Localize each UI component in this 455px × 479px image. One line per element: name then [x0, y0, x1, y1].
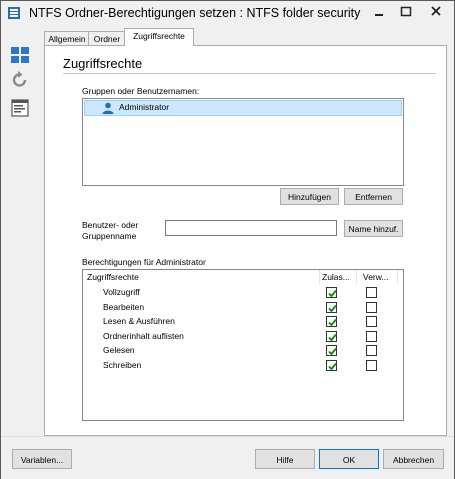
permission-name: Lesen & Ausführen: [103, 316, 175, 326]
maximize-icon: [400, 6, 412, 17]
permission-name: Ordnerinhalt auflisten: [103, 330, 184, 341]
name-add-button[interactable]: Name hinzuf.: [344, 220, 403, 237]
permission-name: Vollzugriff: [103, 287, 140, 297]
col-header-permission[interactable]: Zugriffsrechte: [87, 270, 320, 284]
table-row: Bearbeiten: [83, 301, 403, 315]
user-name: Administrator: [119, 102, 170, 112]
deny-checkbox[interactable]: [366, 330, 377, 342]
page-title: Zugriffsrechte: [63, 56, 143, 71]
window-title: NTFS Ordner-Berechtigungen setzen : NTFS…: [29, 6, 361, 20]
permission-name: Gelesen: [103, 345, 135, 355]
title-bar[interactable]: NTFS Ordner-Berechtigungen setzen : NTFS…: [1, 1, 454, 25]
add-button[interactable]: Hinzufügen: [280, 188, 339, 205]
properties-icon[interactable]: [10, 98, 30, 118]
name-label-line2: Gruppenname: [82, 231, 137, 241]
table-row: Vollzugriff: [83, 286, 403, 300]
footer-bar: Variablen... Hilfe OK Abbrechen: [1, 436, 454, 479]
deny-checkbox[interactable]: [366, 316, 377, 327]
user-icon: [102, 102, 114, 114]
col-header-deny[interactable]: Verw...: [363, 270, 398, 284]
maximize-button[interactable]: [392, 2, 420, 22]
remove-button[interactable]: Entfernen: [344, 188, 403, 205]
ok-button[interactable]: OK: [319, 449, 379, 469]
close-button[interactable]: [419, 2, 453, 22]
cancel-button[interactable]: Abbrechen: [383, 449, 444, 469]
close-icon: [431, 6, 441, 16]
minimize-icon: [375, 14, 383, 16]
table-row: Schreiben: [83, 359, 403, 373]
name-label-line1: Benutzer- oder: [82, 220, 139, 230]
deny-checkbox[interactable]: [366, 301, 377, 313]
table-row: Lesen & Ausführen: [83, 315, 403, 329]
tab-allgemein[interactable]: Allgemein: [44, 31, 90, 46]
deny-checkbox[interactable]: [366, 359, 377, 371]
table-row: Gelesen: [83, 344, 403, 358]
allow-checkbox[interactable]: [326, 359, 337, 371]
table-row: Ordnerinhalt auflisten: [83, 330, 403, 344]
help-button[interactable]: Hilfe: [255, 449, 315, 469]
col-header-allow[interactable]: Zulas...: [322, 270, 357, 284]
allow-checkbox[interactable]: [326, 330, 337, 342]
title-divider: [63, 73, 436, 74]
permission-name: Schreiben: [103, 359, 142, 370]
minimize-button[interactable]: [365, 2, 393, 22]
deny-checkbox[interactable]: [366, 345, 377, 356]
allow-checkbox[interactable]: [326, 301, 337, 313]
refresh-icon[interactable]: [10, 70, 30, 90]
variables-button[interactable]: Variablen...: [12, 449, 72, 469]
dialog-window: NTFS Ordner-Berechtigungen setzen : NTFS…: [0, 0, 455, 479]
permissions-label: Berechtigungen für Administrator: [82, 257, 206, 267]
sidebar: [1, 25, 35, 435]
deny-checkbox[interactable]: [366, 287, 377, 298]
tab-zugriffsrechte[interactable]: Zugriffsrechte: [124, 28, 194, 46]
allow-checkbox[interactable]: [326, 316, 337, 327]
allow-checkbox[interactable]: [326, 345, 337, 356]
groups-label: Gruppen oder Benutzernamen:: [82, 86, 200, 96]
tab-ordner[interactable]: Ordner: [88, 31, 126, 46]
allow-checkbox[interactable]: [326, 287, 337, 298]
app-icon: [8, 7, 20, 19]
layout-icon[interactable]: [10, 45, 30, 65]
name-input[interactable]: [165, 220, 337, 236]
tab-panel: Zugriffsrechte Gruppen oder Benutzername…: [44, 45, 447, 436]
permission-name: Bearbeiten: [103, 301, 145, 312]
list-item[interactable]: Administrator: [84, 100, 402, 116]
permissions-table[interactable]: Zugriffsrechte Zulas... Verw... Vollzugr…: [82, 269, 404, 421]
users-listbox[interactable]: Administrator: [82, 98, 404, 186]
